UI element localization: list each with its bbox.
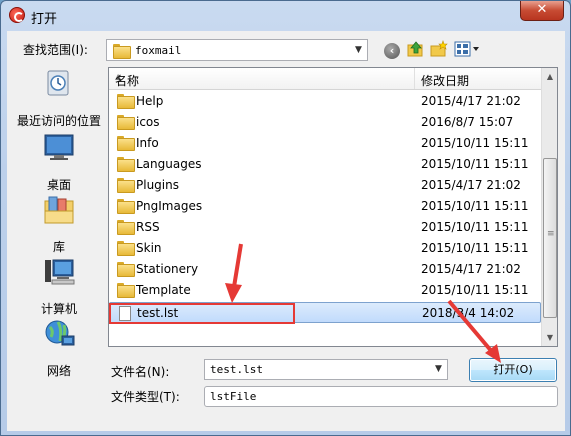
filetype-label: 文件类型(T):: [111, 390, 180, 404]
folder-icon: [117, 220, 135, 235]
folder-icon: [117, 136, 135, 151]
item-name: Template: [136, 283, 191, 297]
desktop-icon: [44, 134, 74, 160]
item-name: Stationery: [136, 262, 199, 276]
item-date: 2015/10/11 15:11: [421, 220, 529, 234]
place-recent[interactable]: 最近访问的位置: [14, 69, 104, 129]
list-item[interactable]: Help 2015/4/17 21:02: [109, 91, 541, 112]
look-in-dropdown[interactable]: foxmail ▼: [106, 39, 368, 61]
open-file-dialog: 打开 ✕ 查找范围(I): foxmail ▼ ‹ 最近访问的位置 桌面 库 计…: [0, 0, 571, 436]
column-header-label: 名称: [115, 74, 140, 88]
title-bar[interactable]: 打开 ✕: [1, 1, 570, 31]
close-button[interactable]: ✕: [520, 1, 564, 21]
folder-icon: [117, 241, 135, 256]
list-item[interactable]: Languages 2015/10/11 15:11: [109, 154, 541, 175]
item-date: 2015/4/17 21:02: [421, 262, 521, 276]
place-label: 计算机: [40, 302, 77, 316]
list-item[interactable]: icos 2016/8/7 15:07: [109, 112, 541, 133]
folder-icon: [117, 199, 135, 214]
place-network[interactable]: 网络: [14, 319, 104, 379]
vertical-scrollbar[interactable]: ▲ ▼: [541, 68, 557, 346]
folder-icon: [117, 115, 135, 130]
view-menu-icon: [454, 41, 479, 57]
libraries-icon: [44, 196, 74, 224]
annotation-highlight-box: [109, 303, 295, 324]
item-date: 2016/8/7 15:07: [421, 115, 514, 129]
folder-icon: [117, 157, 135, 172]
chevron-down-icon[interactable]: ▼: [430, 360, 447, 379]
place-label: 最近访问的位置: [16, 114, 101, 128]
back-button[interactable]: ‹: [382, 40, 402, 60]
place-desktop[interactable]: 桌面: [14, 133, 104, 193]
column-header-date[interactable]: 修改日期: [415, 68, 541, 89]
item-name: Info: [136, 136, 159, 150]
filename-field[interactable]: test.lst ▼: [204, 359, 448, 380]
place-label: 网络: [46, 364, 71, 378]
list-item[interactable]: PngImages 2015/10/11 15:11: [109, 196, 541, 217]
item-date: 2015/4/17 21:02: [421, 178, 521, 192]
place-label: 桌面: [46, 178, 71, 192]
column-header-name[interactable]: ▲ 名称: [109, 68, 415, 89]
foxmail-app-icon: [9, 7, 25, 23]
open-button[interactable]: 打开(O): [469, 358, 557, 382]
item-date: 2015/10/11 15:11: [421, 241, 529, 255]
filename-value: test.lst: [210, 363, 263, 376]
up-one-level-button[interactable]: [406, 40, 426, 60]
look-in-label: 查找范围(I):: [23, 43, 88, 57]
computer-icon: [45, 259, 75, 285]
filetype-value: lstFile: [210, 390, 257, 403]
list-item[interactable]: Stationery 2015/4/17 21:02: [109, 259, 541, 280]
list-item[interactable]: Info 2015/10/11 15:11: [109, 133, 541, 154]
filename-label: 文件名(N):: [111, 365, 170, 379]
item-date: 2018/3/4 14:02: [422, 306, 515, 320]
item-date: 2015/10/11 15:11: [421, 157, 529, 171]
item-name: RSS: [136, 220, 160, 234]
place-libraries[interactable]: 库: [14, 195, 104, 255]
folder-icon: [117, 178, 135, 193]
scroll-down-icon[interactable]: ▼: [542, 329, 557, 346]
item-date: 2015/10/11 15:11: [421, 136, 529, 150]
place-computer[interactable]: 计算机: [14, 257, 104, 317]
item-date: 2015/10/11 15:11: [421, 283, 529, 297]
item-name: Skin: [136, 241, 162, 255]
network-icon: [45, 320, 75, 346]
scroll-up-icon[interactable]: ▲: [542, 68, 557, 85]
chevron-down-icon[interactable]: ▼: [350, 40, 367, 60]
recent-places-icon: [47, 70, 69, 96]
list-item[interactable]: RSS 2015/10/11 15:11: [109, 217, 541, 238]
folder-icon: [113, 44, 131, 59]
item-date: 2015/10/11 15:11: [421, 199, 529, 213]
place-label: 库: [52, 240, 65, 254]
look-in-value: foxmail: [135, 44, 182, 57]
folder-icon: [117, 262, 135, 277]
item-name: icos: [136, 115, 160, 129]
folder-icon: [117, 94, 135, 109]
list-item[interactable]: Plugins 2015/4/17 21:02: [109, 175, 541, 196]
item-name: Help: [136, 94, 164, 108]
back-arrow-icon: ‹: [384, 43, 400, 59]
item-name: PngImages: [136, 199, 203, 213]
column-header-label: 修改日期: [421, 74, 470, 88]
window-title: 打开: [31, 12, 58, 27]
item-name: Languages: [136, 157, 202, 171]
folder-icon: [117, 283, 135, 298]
list-item[interactable]: Template 2015/10/11 15:11: [109, 280, 541, 301]
folder-up-icon: [407, 41, 423, 57]
view-menu-button[interactable]: [454, 40, 480, 60]
filetype-select[interactable]: lstFile: [204, 386, 558, 407]
places-bar: 最近访问的位置 桌面 库 计算机 网络: [14, 67, 104, 379]
item-name: Plugins: [136, 178, 179, 192]
item-date: 2015/4/17 21:02: [421, 94, 521, 108]
list-header: ▲ 名称 修改日期: [109, 68, 541, 90]
list-item[interactable]: Skin 2015/10/11 15:11: [109, 238, 541, 259]
new-folder-icon: [430, 40, 448, 57]
new-folder-button[interactable]: [429, 40, 449, 60]
scrollbar-thumb[interactable]: [543, 158, 557, 318]
